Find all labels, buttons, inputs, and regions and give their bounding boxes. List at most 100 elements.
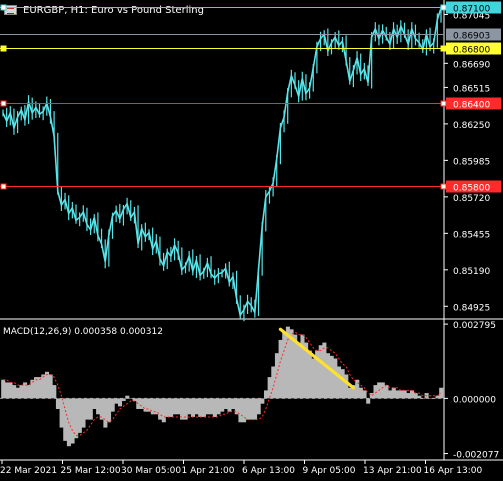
- time-tick-label: 13 Apr 21:00: [363, 466, 422, 476]
- macd-histogram-bar: [311, 358, 316, 399]
- macd-histogram-bar: [406, 393, 411, 399]
- macd-histogram-bar: [107, 398, 112, 423]
- macd-histogram-bar: [296, 342, 301, 399]
- macd-histogram-bar: [128, 398, 133, 399]
- macd-histogram-bar: [263, 390, 269, 399]
- macd-histogram-bar: [318, 345, 323, 399]
- macd-histogram-bar: [26, 385, 31, 399]
- macd-histogram-bar: [48, 374, 53, 399]
- macd-histogram-bar: [205, 398, 210, 415]
- macd-histogram-bar: [1, 379, 6, 399]
- time-tick-label: 22 Mar 2021: [0, 466, 57, 476]
- price-tick-label: 0.84925: [453, 303, 490, 313]
- macd-tick-label: -0.002077: [453, 451, 499, 461]
- macd-histogram-bar: [41, 374, 46, 399]
- price-tick-label: 0.86515: [453, 84, 490, 94]
- price-tick-label: 0.85455: [453, 230, 490, 240]
- price-tick-label: 0.85985: [453, 157, 490, 167]
- macd-histogram-bar: [44, 371, 50, 399]
- macd-histogram-bar: [307, 350, 312, 399]
- macd-histogram-bar: [15, 387, 20, 399]
- macd-histogram-bar: [274, 353, 279, 399]
- macd-histogram-bar: [216, 398, 221, 415]
- chart-canvas[interactable]: 0.870450.866900.865150.862500.859850.857…: [0, 0, 503, 481]
- macd-histogram-bar: [12, 385, 17, 399]
- macd-histogram-bar: [428, 398, 433, 399]
- macd-histogram-bar: [30, 379, 35, 399]
- time-tick-label: 6 Apr 13:00: [242, 466, 295, 476]
- macd-histogram-bar: [158, 398, 163, 420]
- macd-label: MACD(12,26,9) 0.000358 0.000312: [3, 327, 163, 337]
- chart-window[interactable]: EURGBP, H1: Euro vs Pound Sterling 0.870…: [0, 0, 503, 481]
- macd-histogram-bar: [380, 382, 385, 399]
- macd-histogram-bar: [358, 387, 363, 399]
- macd-histogram-bar: [81, 398, 86, 428]
- macd-histogram-bar: [340, 369, 345, 399]
- macd-histogram-bar: [344, 374, 349, 399]
- price-tick-label: 0.85720: [453, 194, 490, 204]
- level-handle-left[interactable]: [0, 4, 7, 11]
- macd-histogram-bar: [209, 398, 214, 415]
- macd-histogram-bar: [8, 382, 13, 399]
- level-handle-left[interactable]: [0, 100, 7, 107]
- level-handle-right[interactable]: [440, 183, 447, 190]
- macd-histogram-bar: [260, 398, 265, 404]
- price-tick-label: 0.86250: [453, 121, 490, 131]
- macd-histogram-bar: [180, 398, 185, 420]
- time-tick-label: 1 Apr 21:00: [182, 466, 235, 476]
- macd-histogram-bar: [282, 331, 287, 399]
- macd-histogram-bar: [384, 385, 389, 399]
- macd-histogram-bar: [373, 385, 378, 399]
- macd-histogram-bar: [37, 377, 42, 399]
- macd-histogram-bar: [278, 339, 283, 399]
- macd-histogram-bar: [366, 398, 371, 404]
- macd-histogram-bar: [431, 398, 436, 399]
- macd-histogram-bar: [165, 398, 170, 417]
- level-handle-left[interactable]: [0, 183, 7, 190]
- macd-histogram-bar: [388, 390, 393, 399]
- macd-histogram-bar: [439, 387, 444, 399]
- macd-histogram-bar: [187, 398, 192, 415]
- macd-histogram-bar: [333, 358, 338, 399]
- price-label-text: 0.85800: [453, 184, 490, 194]
- price-label-text: 0.86400: [453, 101, 490, 111]
- macd-histogram-bar: [256, 398, 261, 415]
- macd-histogram-bar: [169, 398, 174, 417]
- macd-histogram-bar: [161, 398, 166, 423]
- price-tick-label: 0.85190: [453, 267, 490, 277]
- macd-histogram-bar: [183, 398, 188, 420]
- macd-histogram-bar: [74, 398, 79, 439]
- macd-histogram-bar: [395, 390, 400, 399]
- level-handle-left[interactable]: [0, 45, 7, 52]
- level-handle-right[interactable]: [440, 100, 447, 107]
- macd-histogram-bar: [420, 398, 425, 399]
- macd-histogram-bar: [52, 385, 57, 399]
- macd-histogram-bar: [125, 395, 130, 399]
- macd-histogram-bar: [391, 387, 396, 399]
- macd-histogram-bar: [70, 398, 75, 444]
- macd-histogram-bar: [245, 398, 250, 420]
- macd-histogram-bar: [92, 398, 97, 409]
- macd-histogram-bar: [326, 353, 331, 399]
- macd-histogram-bar: [336, 366, 342, 399]
- macd-histogram-bar: [77, 398, 82, 433]
- macd-histogram-bar: [201, 398, 206, 417]
- macd-histogram-bar: [190, 398, 196, 417]
- time-tick-label: 30 Mar 05:00: [121, 466, 181, 476]
- level-handle-right[interactable]: [440, 45, 447, 52]
- macd-histogram-bar: [88, 398, 93, 420]
- macd-histogram-bar: [409, 390, 415, 399]
- macd-histogram-bar: [99, 398, 104, 420]
- macd-histogram-bar: [110, 398, 115, 412]
- macd-histogram-bar: [85, 398, 90, 420]
- macd-histogram-bar: [96, 398, 101, 415]
- level-handle-right[interactable]: [440, 4, 447, 11]
- macd-histogram-bar: [369, 393, 374, 399]
- macd-tick-label: 0.002795: [453, 321, 496, 331]
- price-label-text: 0.86800: [453, 46, 490, 56]
- macd-histogram-bar: [413, 393, 418, 399]
- macd-histogram-bar: [249, 398, 254, 420]
- macd-histogram-bar: [117, 398, 123, 407]
- macd-histogram-bar: [227, 398, 232, 412]
- macd-histogram-bar: [121, 398, 126, 402]
